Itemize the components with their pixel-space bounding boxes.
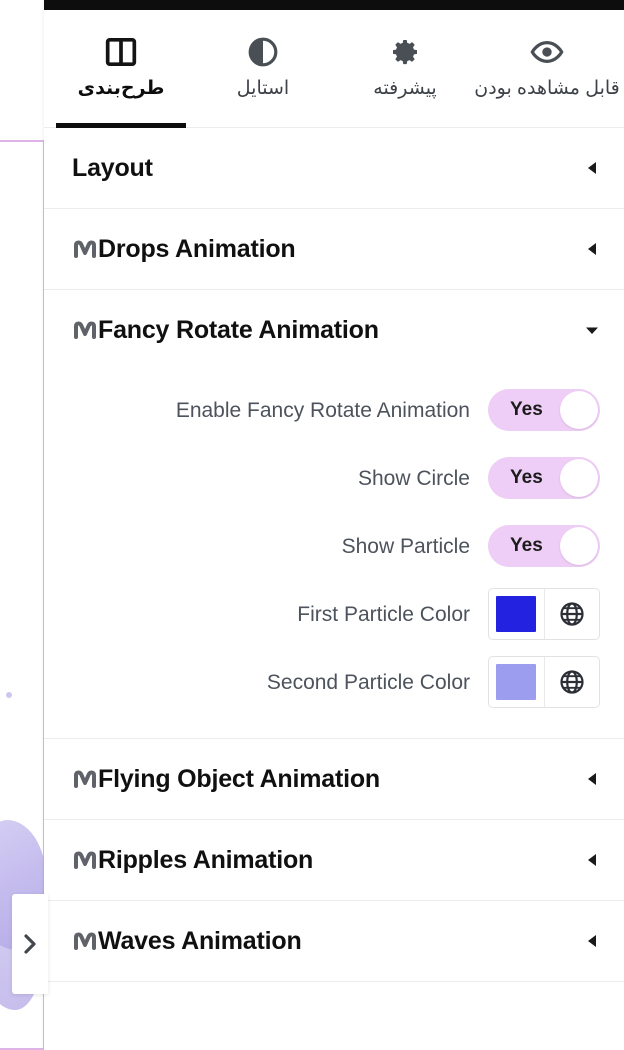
globe-icon[interactable] (545, 589, 600, 639)
section-drops-animation-title: Drops Animation (98, 234, 296, 263)
toggle-enable-fancy-rotate-animation[interactable]: Yes (488, 389, 600, 431)
row-control-enable-fancy-rotate: Yes (488, 389, 600, 431)
tab-style[interactable]: استایل (192, 10, 334, 127)
chevron-left-icon (582, 241, 602, 257)
color-picker-second-particle[interactable] (488, 656, 600, 708)
section-layout-header[interactable]: Layout (44, 128, 624, 208)
settings-panel-screen: قابل مشاهده بودن پیشرفته (0, 0, 624, 1050)
section-drops-animation: Drops Animation (44, 209, 624, 290)
tab-layout-label: طرح‌بندی (77, 78, 165, 99)
settings-section-list: Layout Drops Animation Fancy Rotate Anim… (44, 128, 624, 982)
row-control-show-circle: Yes (488, 457, 600, 499)
pro-m-badge-icon (72, 317, 98, 343)
toggle-show-particle-value: Yes (510, 535, 543, 556)
chevron-left-icon (582, 771, 602, 787)
tab-style-label: استایل (236, 78, 290, 99)
section-waves-animation-header[interactable]: Waves Animation (44, 901, 624, 981)
section-fancy-rotate-animation-body: Yes Enable Fancy Rotate Animation Yes Sh… (44, 370, 624, 738)
section-ripples-animation-header[interactable]: Ripples Animation (44, 820, 624, 900)
chevron-left-icon (582, 160, 602, 176)
section-waves-animation: Waves Animation (44, 901, 624, 982)
section-ripples-animation-title: Ripples Animation (98, 845, 314, 874)
section-fancy-rotate-animation-header[interactable]: Fancy Rotate Animation (44, 290, 624, 370)
row-control-show-particle: Yes (488, 525, 600, 567)
row-first-particle-color: First Particle Color (44, 580, 624, 648)
section-fancy-rotate-animation: Fancy Rotate Animation Yes Enable Fancy … (44, 290, 624, 739)
row-show-circle: Yes Show Circle (44, 444, 624, 512)
toggle-enable-fancy-rotate-value: Yes (510, 399, 543, 420)
gear-icon (389, 32, 421, 72)
tab-visibility[interactable]: قابل مشاهده بودن (474, 10, 620, 127)
page-canvas-preview (0, 0, 44, 1050)
row-enable-fancy-rotate-animation: Yes Enable Fancy Rotate Animation (44, 376, 624, 444)
contrast-icon (247, 32, 279, 72)
row-label-second-particle-color: Second Particle Color (266, 670, 470, 694)
section-flying-object-animation: Flying Object Animation (44, 739, 624, 820)
row-control-second-particle-color (488, 656, 600, 708)
toggle-show-particle[interactable]: Yes (488, 525, 600, 567)
toggle-knob (560, 527, 598, 565)
pro-m-badge-icon (72, 847, 98, 873)
row-label-enable-fancy-rotate-animation: Enable Fancy Rotate Animation (175, 398, 470, 422)
tab-advanced[interactable]: پیشرفته (334, 10, 476, 127)
section-flying-object-animation-header[interactable]: Flying Object Animation (44, 739, 624, 819)
pro-m-badge-icon (72, 236, 98, 262)
section-fancy-rotate-animation-title: Fancy Rotate Animation (98, 315, 379, 344)
row-label-show-circle: Show Circle (357, 466, 470, 490)
color-swatch-button-second-particle[interactable] (489, 657, 545, 707)
row-show-particle: Yes Show Particle (44, 512, 624, 580)
toggle-show-circle[interactable]: Yes (488, 457, 600, 499)
panel-expand-handle[interactable] (12, 894, 48, 994)
section-ripples-animation: Ripples Animation (44, 820, 624, 901)
section-drops-animation-header[interactable]: Drops Animation (44, 209, 624, 289)
row-label-show-particle: Show Particle (341, 534, 470, 558)
particle-dot (6, 692, 12, 698)
color-swatch-first-particle (496, 596, 537, 632)
color-swatch-button-first-particle[interactable] (489, 589, 545, 639)
layout-columns-icon (104, 32, 138, 72)
globe-icon[interactable] (545, 657, 600, 707)
toggle-show-circle-value: Yes (510, 467, 543, 488)
tab-visibility-label: قابل مشاهده بودن (474, 78, 620, 99)
chevron-left-icon (582, 933, 602, 949)
toggle-knob (560, 391, 598, 429)
section-layout: Layout (44, 128, 624, 209)
chevron-right-icon (21, 930, 39, 958)
toggle-knob (560, 459, 598, 497)
color-swatch-second-particle (496, 664, 537, 700)
color-picker-first-particle[interactable] (488, 588, 600, 640)
section-layout-title: Layout (72, 153, 153, 182)
row-label-first-particle-color: First Particle Color (297, 602, 470, 626)
eye-icon (530, 32, 564, 72)
chevron-left-icon (582, 852, 602, 868)
row-second-particle-color: Second Particle Color (44, 648, 624, 716)
settings-panel: قابل مشاهده بودن پیشرفته (44, 0, 624, 1050)
chevron-down-icon (582, 323, 602, 337)
section-flying-object-animation-title: Flying Object Animation (98, 764, 380, 793)
tab-layout[interactable]: طرح‌بندی (50, 10, 192, 128)
pro-m-badge-icon (72, 928, 98, 954)
row-control-first-particle-color (488, 588, 600, 640)
panel-tab-strip: قابل مشاهده بودن پیشرفته (44, 10, 624, 128)
section-waves-animation-title: Waves Animation (98, 926, 302, 955)
pro-m-badge-icon (72, 766, 98, 792)
panel-top-bar (44, 0, 624, 10)
tab-advanced-label: پیشرفته (373, 78, 437, 99)
